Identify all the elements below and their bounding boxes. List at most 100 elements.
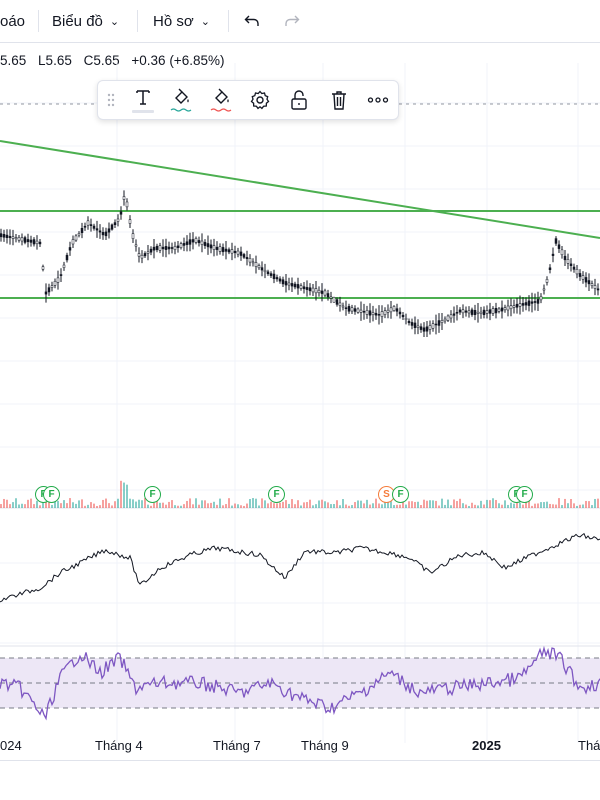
candle-body	[23, 237, 27, 243]
candle-body	[347, 306, 351, 312]
text-tool-button[interactable]	[128, 81, 158, 119]
candle-body	[230, 249, 234, 254]
candle-body	[446, 315, 450, 321]
candle-body	[527, 300, 531, 306]
more-icon	[367, 97, 389, 103]
candle-body	[74, 235, 78, 241]
candle-body	[182, 243, 186, 246]
candle-body	[578, 273, 582, 277]
volume-bar	[501, 504, 503, 508]
volume-bar	[474, 504, 476, 508]
volume-bar	[561, 505, 563, 508]
volume-bar	[309, 499, 311, 508]
volume-bar	[348, 505, 350, 508]
candle-body	[248, 258, 252, 263]
dividend-event-marker[interactable]: F	[268, 486, 285, 503]
dividend-label: F	[273, 489, 280, 500]
volume-bar	[9, 504, 11, 508]
dividend-event-marker[interactable]: F	[516, 486, 533, 503]
candle-body	[464, 310, 468, 313]
volume-bar	[0, 504, 2, 508]
candle-body	[260, 267, 264, 271]
profile-menu-button[interactable]: Hồ sơ ⌄	[153, 0, 210, 42]
more-button[interactable]	[363, 81, 393, 119]
drag-handle-button[interactable]	[98, 81, 124, 119]
volume-bar	[438, 505, 440, 508]
volume-bar	[48, 502, 50, 508]
line-color-button[interactable]	[166, 81, 196, 119]
candle-body	[518, 303, 522, 307]
candle-body	[62, 264, 66, 268]
candle-body	[245, 257, 249, 259]
candle-body	[149, 248, 153, 253]
volume-bar	[477, 505, 479, 508]
volume-bar	[513, 503, 515, 508]
volume-bar	[357, 500, 359, 508]
candle-body	[467, 310, 471, 314]
volume-bar	[216, 504, 218, 508]
candle-body	[161, 246, 165, 250]
candle-body	[104, 231, 108, 237]
candle-body	[146, 251, 150, 254]
candle-body	[41, 266, 45, 270]
volume-bar	[120, 480, 122, 508]
candle-body	[566, 259, 570, 264]
candle-body	[320, 290, 324, 294]
dividend-event-marker[interactable]: F	[144, 486, 161, 503]
candle-body	[533, 301, 537, 303]
volume-bar	[27, 499, 29, 508]
candle-body	[356, 308, 360, 313]
candle-body	[404, 318, 408, 320]
candle-body	[350, 307, 354, 312]
settings-button[interactable]	[245, 81, 275, 119]
candle-body	[557, 244, 561, 249]
candle-body	[275, 277, 279, 280]
delete-icon	[332, 91, 346, 110]
candle-body	[512, 305, 516, 308]
volume-bar	[558, 498, 560, 508]
volume-bar	[15, 498, 17, 508]
candle-body	[494, 307, 498, 314]
candle-body	[560, 249, 564, 256]
candle-body	[410, 322, 414, 326]
candle-body	[389, 307, 393, 313]
volume-bar	[333, 504, 335, 508]
fill-color-button[interactable]	[206, 81, 236, 119]
chart-canvas[interactable]	[0, 43, 600, 760]
candle-body	[488, 309, 492, 314]
volume-bar	[462, 503, 464, 508]
volume-bar	[231, 505, 233, 508]
toolbar-divider	[228, 10, 229, 32]
candle-body	[434, 323, 438, 326]
lock-button[interactable]	[284, 81, 314, 119]
candle-body	[539, 296, 543, 301]
chart-menu-button[interactable]: Biểu đồ ⌄	[52, 0, 119, 42]
candle-body	[416, 325, 420, 328]
candle-body	[71, 239, 75, 245]
volume-bar	[57, 500, 59, 508]
candle-body	[515, 303, 519, 308]
dividend-event-marker[interactable]: F	[43, 486, 60, 503]
candle-body	[167, 246, 171, 250]
volume-bar	[273, 503, 275, 508]
candle-body	[593, 285, 597, 289]
candle-body	[29, 239, 33, 243]
candle-body	[311, 287, 315, 293]
candle-body	[83, 225, 87, 228]
candle-body	[14, 237, 18, 240]
volume-bar	[312, 505, 314, 508]
candle-body	[422, 327, 426, 332]
candle-body	[200, 240, 204, 245]
delete-button[interactable]	[324, 81, 354, 119]
volume-bar	[369, 504, 371, 508]
volume-bar	[459, 498, 461, 508]
chevron-down-icon: ⌄	[200, 15, 210, 28]
candle-body	[329, 296, 333, 299]
undo-button[interactable]	[243, 0, 261, 42]
dividend-event-marker[interactable]: F	[392, 486, 409, 503]
menu-fragment[interactable]: oáo	[0, 0, 25, 42]
candle-body	[239, 251, 243, 256]
redo-button[interactable]	[283, 0, 301, 42]
candle-body	[56, 277, 60, 283]
volume-bar	[453, 499, 455, 508]
